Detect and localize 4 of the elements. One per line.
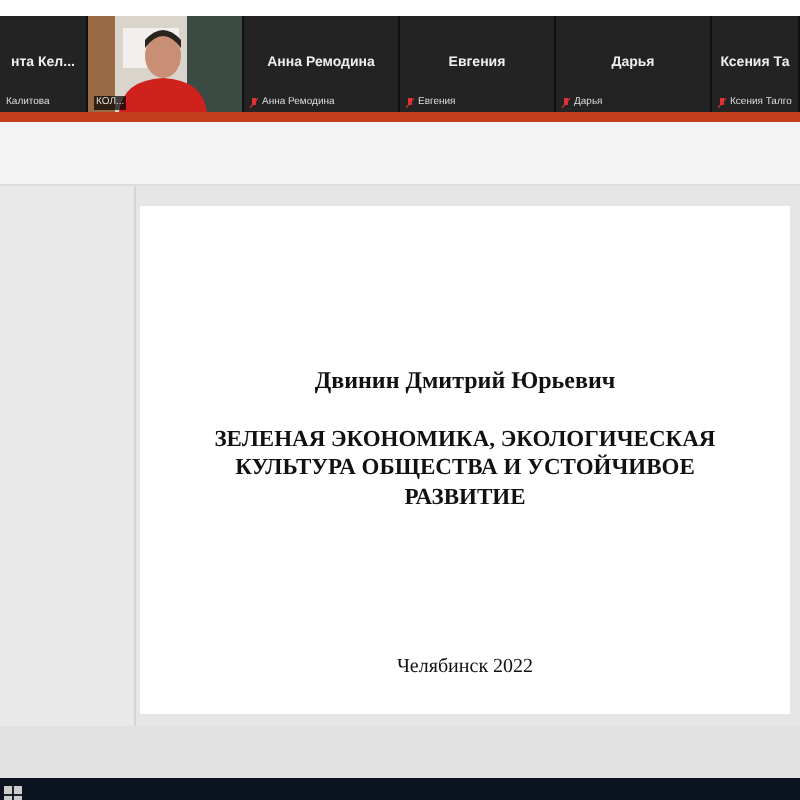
- slide-author: Двинин Дмитрий Юрьевич: [314, 364, 616, 398]
- start-icon[interactable]: [4, 786, 22, 800]
- slide-footer: Челябинск 2022: [396, 652, 534, 682]
- slide-title: ЗЕЛЕНАЯ ЭКОНОМИКА, ЭКОЛОГИЧЕСКАЯ КУЛЬТУРА ОБЩЕСТВА И УСТОЙЧИВОЕ РАЗВИТИЕ: [212, 426, 718, 513]
